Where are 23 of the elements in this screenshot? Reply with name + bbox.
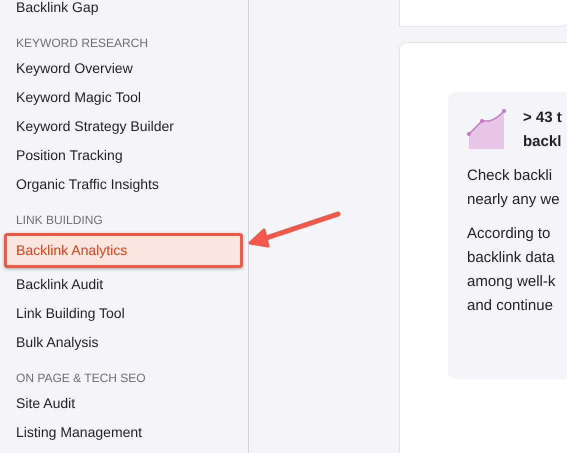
sidebar-item[interactable]: Position Tracking — [0, 141, 243, 170]
heading-line: > 43 t — [523, 108, 562, 128]
sidebar-item[interactable]: Keyword Overview — [0, 54, 243, 83]
sidebar-item[interactable]: Site Audit — [0, 389, 243, 418]
sidebar-item[interactable]: Listing Management — [0, 418, 243, 447]
section-heading: ON PAGE & TECH SEO — [15, 371, 147, 387]
text-line: backlink data — [467, 248, 556, 268]
sidebar-item[interactable]: Link Building Tool — [0, 299, 243, 328]
text-line: among well-k — [467, 272, 556, 292]
sidebar-item[interactable]: Backlink Audit — [0, 270, 243, 299]
sidebar-item[interactable]: Organic Traffic Insights — [0, 170, 243, 199]
text-line: and continue — [467, 296, 554, 316]
sidebar-item[interactable]: Keyword Magic Tool — [0, 83, 243, 112]
area-chart-icon — [467, 109, 507, 151]
text-line: According to — [467, 224, 552, 244]
sidebar-item[interactable]: Keyword Strategy Builder — [0, 112, 243, 141]
text-line: Check backli — [467, 166, 554, 186]
sidebar-item[interactable]: Backlink Gap — [0, 0, 243, 22]
heading-line: backl — [523, 132, 562, 152]
section-heading: KEYWORD RESEARCH — [15, 36, 150, 52]
sidebar-item[interactable]: Bulk Analysis — [0, 328, 243, 357]
section-heading: LINK BUILDING — [15, 213, 104, 229]
text-line: nearly any we — [467, 190, 561, 210]
